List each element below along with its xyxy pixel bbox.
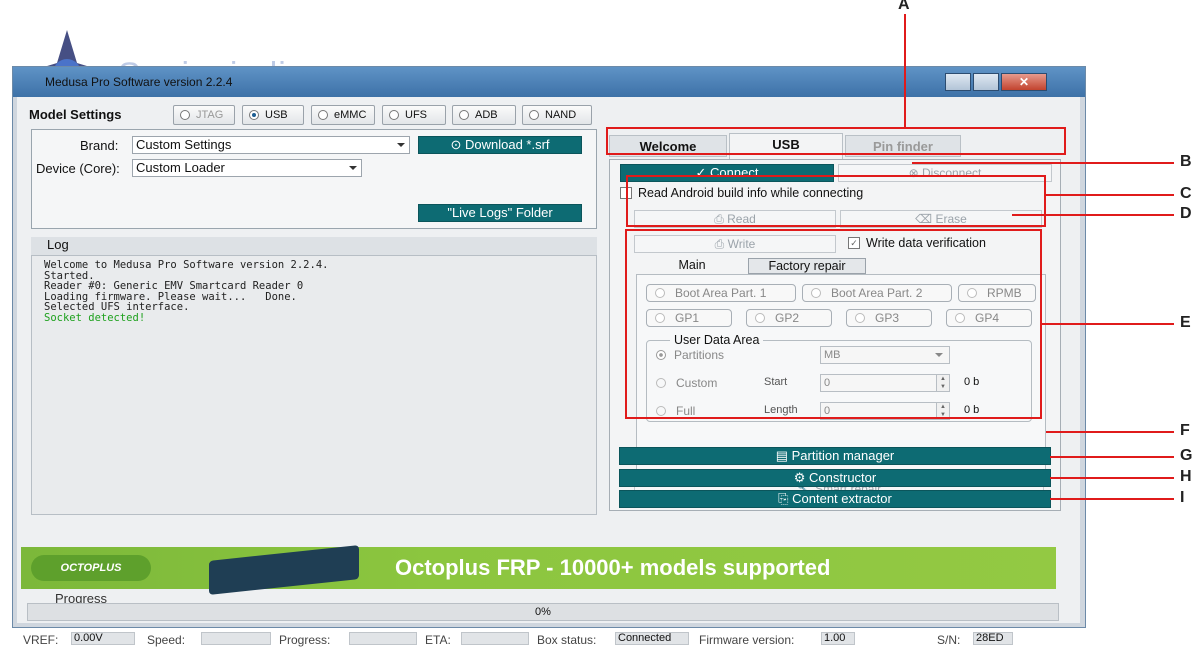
chevron-down-icon <box>349 166 357 170</box>
interface-jtag[interactable]: JTAG <box>173 105 235 125</box>
firmware-value: 1.00 <box>821 632 855 645</box>
annotation-line-f <box>1046 431 1174 433</box>
banner-text: Octoplus FRP - 10000+ models supported <box>395 555 831 580</box>
model-settings-title: Model Settings <box>27 107 124 122</box>
octoplus-logo: OCTOPLUS <box>31 555 151 581</box>
annotation-letter-g: G <box>1180 447 1193 464</box>
brand-select[interactable]: Custom Settings <box>132 136 410 154</box>
annotation-line-e <box>1042 323 1174 325</box>
maximize-button[interactable] <box>973 73 999 91</box>
annotation-box-e <box>625 229 1042 419</box>
speed-value <box>201 632 271 645</box>
log-line-success: Socket detected! <box>44 311 146 324</box>
annotation-letter-d: D <box>1180 205 1192 222</box>
interface-usb[interactable]: USB <box>242 105 304 125</box>
title-bar: Medusa Pro Software version 2.2.4 ✕ <box>13 67 1085 97</box>
annotation-line-g <box>1050 456 1174 458</box>
annotation-letter-i: I <box>1180 489 1185 506</box>
progress-value: 0% <box>535 606 551 618</box>
model-settings-box: Brand: Custom Settings ⊙ Download *.srf … <box>31 129 597 229</box>
device-label: Device (Core): <box>36 161 120 176</box>
annotation-line-h <box>1050 477 1174 479</box>
box-status-value: Connected <box>615 632 689 645</box>
annotation-letter-b: B <box>1180 153 1192 170</box>
sn-value: 28ED <box>973 632 1013 645</box>
close-button[interactable]: ✕ <box>1001 73 1047 91</box>
annotation-letter-f: F <box>1180 422 1190 439</box>
vref-label: VREF: <box>23 633 59 647</box>
log-line: Reader #0: Generic EMV Smartcard Reader … <box>44 280 304 292</box>
sn-label: S/N: <box>937 633 961 647</box>
eta-label: ETA: <box>425 633 451 647</box>
firmware-label: Firmware version: <box>699 633 795 647</box>
annotation-line-d <box>1012 214 1174 216</box>
minimize-button[interactable] <box>945 73 971 91</box>
interface-nand[interactable]: NAND <box>522 105 592 125</box>
box-status-label: Box status: <box>537 633 597 647</box>
interface-adb[interactable]: ADB <box>452 105 516 125</box>
vref-value: 0.00V <box>71 632 135 645</box>
live-logs-folder-button[interactable]: "Live Logs" Folder <box>418 204 582 222</box>
log-area[interactable]: Welcome to Medusa Pro Software version 2… <box>31 255 597 515</box>
annotation-line-i <box>1050 498 1174 500</box>
annotation-line-c <box>1046 194 1174 196</box>
progress-bar: 0% <box>27 603 1059 621</box>
annotation-box-c <box>626 175 1046 227</box>
interface-emmc[interactable]: eMMC <box>311 105 375 125</box>
annotation-box-a <box>606 127 1066 155</box>
window-title: Medusa Pro Software version 2.2.4 <box>45 75 233 89</box>
annotation-letter-e: E <box>1180 314 1191 331</box>
progress-status-value <box>349 632 417 645</box>
speed-label: Speed: <box>147 633 186 647</box>
partition-manager-button[interactable]: ▤ Partition manager <box>619 447 1051 465</box>
log-line: Welcome to Medusa Pro Software version 2… <box>44 259 329 271</box>
progress-label: Progress: <box>279 633 331 647</box>
annotation-line-b <box>912 162 1174 164</box>
annotation-line-a <box>904 14 906 128</box>
content-extractor-button[interactable]: ⎘ Content extractor <box>619 490 1051 508</box>
log-title: Log <box>47 237 69 252</box>
annotation-letter-h: H <box>1180 468 1192 485</box>
log-header: Log <box>31 237 597 255</box>
log-line: Selected UFS interface. <box>44 301 190 313</box>
constructor-button[interactable]: ⚙ Constructor <box>619 469 1051 487</box>
device-select[interactable]: Custom Loader <box>132 159 362 177</box>
annotation-letter-c: C <box>1180 185 1192 202</box>
download-srf-button[interactable]: ⊙ Download *.srf <box>418 136 582 154</box>
eta-value <box>461 632 529 645</box>
chevron-down-icon <box>397 143 405 147</box>
brand-label: Brand: <box>80 138 119 153</box>
annotation-letter-a: A <box>898 0 910 13</box>
interface-ufs[interactable]: UFS <box>382 105 446 125</box>
